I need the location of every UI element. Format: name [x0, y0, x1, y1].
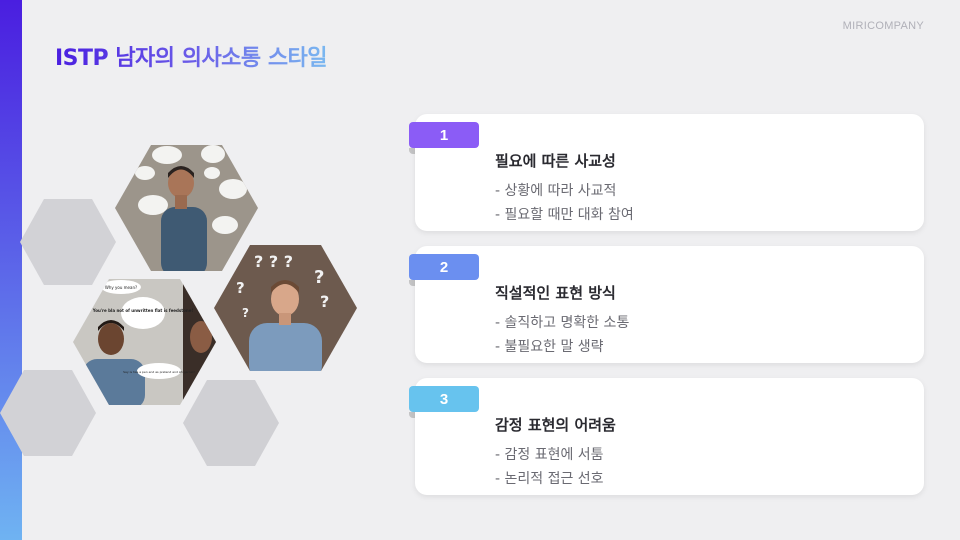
- card-heading: 직설적인 표현 방식: [495, 284, 616, 302]
- card-number-badge: 2: [409, 254, 479, 286]
- speech-bubble-text: Why you mean?: [105, 285, 137, 290]
- style-card-1: 1 필요에 따른 사교성 - 상황에 따라 사교적 - 필요할 때만 대화 참여: [409, 114, 924, 231]
- svg-text:? ? ?: ? ? ?: [254, 252, 293, 271]
- card-heading: 필요에 따른 사교성: [495, 152, 616, 170]
- card-line: - 감정 표현에 서툼: [495, 447, 604, 463]
- card-line: - 상황에 따라 사교적: [495, 183, 617, 199]
- card-number-badge: 1: [409, 122, 479, 154]
- card-number-badge: 3: [409, 386, 479, 418]
- card-line: - 솔직하고 명확한 소통: [495, 315, 630, 331]
- svg-text:?: ?: [320, 292, 329, 311]
- style-card-3: 3 감정 표현의 어려움 - 감정 표현에 서툼 - 논리적 접근 선호: [409, 378, 924, 495]
- brand-label: MIRICOMPANY: [842, 20, 924, 32]
- two-men-conversation-photo: Why you mean? You're bla not of unwritte…: [73, 279, 216, 405]
- svg-text:?: ?: [242, 306, 249, 320]
- left-accent-bar: [0, 0, 22, 540]
- speech-bubble-text: You're bla not of unwritten flat is feed…: [92, 308, 194, 313]
- svg-text:?: ?: [236, 279, 245, 297]
- card-line: - 필요할 때만 대화 참여: [495, 207, 634, 223]
- svg-text:?: ?: [314, 267, 324, 288]
- style-card-2: 2 직설적인 표현 방식 - 솔직하고 명확한 소통 - 불필요한 말 생략: [409, 246, 924, 363]
- page-title: ISTP 남자의 의사소통 스타일: [55, 40, 328, 72]
- decor-hexagon: [20, 199, 116, 285]
- man-with-question-marks-photo: ? ? ? ? ? ? ?: [214, 245, 357, 371]
- speech-bubble-text: Say is has a pen end as pretend and Ah g…: [123, 370, 195, 374]
- card-line: - 불필요한 말 생략: [495, 339, 604, 355]
- card-heading: 감정 표현의 어려움: [495, 416, 616, 434]
- card-line: - 논리적 접근 선호: [495, 471, 604, 487]
